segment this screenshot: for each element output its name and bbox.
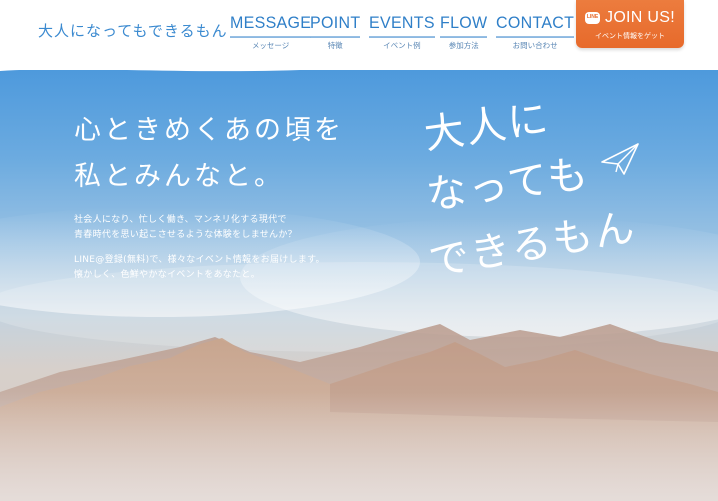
nav-label: POINT xyxy=(310,14,361,38)
hero-tagline: 心ときめくあの頃を 私とみんなと。 xyxy=(74,115,344,192)
nav-item-contact[interactable]: CONTACT お問い合わせ xyxy=(496,14,575,51)
hero-description: 社会人になり、忙しく働き、マンネリ化する現代で 青春時代を思い起こさせるような体… xyxy=(74,215,297,240)
line-icon: LINE xyxy=(585,12,601,24)
nav-item-message[interactable]: MESSAGE メッセージ xyxy=(230,14,312,51)
paper-plane-icon xyxy=(601,143,639,175)
site-header: 大人になってもできるもん MESSAGE メッセージ POINT 特徴 EVEN… xyxy=(0,0,718,70)
nav-label: CONTACT xyxy=(496,14,575,38)
site-logo[interactable]: 大人になってもできるもん xyxy=(38,20,228,41)
nav-sublabel: イベント例 xyxy=(383,41,421,50)
join-us-button[interactable]: LINE JOIN US! イベント情報をゲット xyxy=(576,0,684,48)
nav-item-point[interactable]: POINT 特徴 xyxy=(310,14,361,51)
nav-sublabel: メッセージ xyxy=(251,41,290,50)
nav-label: EVENTS xyxy=(369,14,435,38)
nav-item-flow[interactable]: FLOW 参加方法 xyxy=(440,14,488,51)
nav-item-events[interactable]: EVENTS イベント例 xyxy=(369,14,435,51)
join-us-sublabel: イベント情報をゲット xyxy=(595,32,665,40)
join-us-label: JOIN US! xyxy=(605,9,675,26)
nav-sublabel: お問い合わせ xyxy=(512,41,558,50)
nav-label: FLOW xyxy=(440,14,488,38)
nav-sublabel: 特徴 xyxy=(327,41,343,50)
nav-sublabel: 参加方法 xyxy=(448,41,479,50)
nav-label: MESSAGE xyxy=(230,14,312,38)
hero-line-info: LINE@登録(無料)で、様々なイベント情報をお届けします。 懐かしく、色鮮やか… xyxy=(74,255,325,280)
hero-section: 心ときめくあの頃を 私とみんなと。 社会人になり、忙しく働き、マンネリ化する現代… xyxy=(0,62,718,501)
